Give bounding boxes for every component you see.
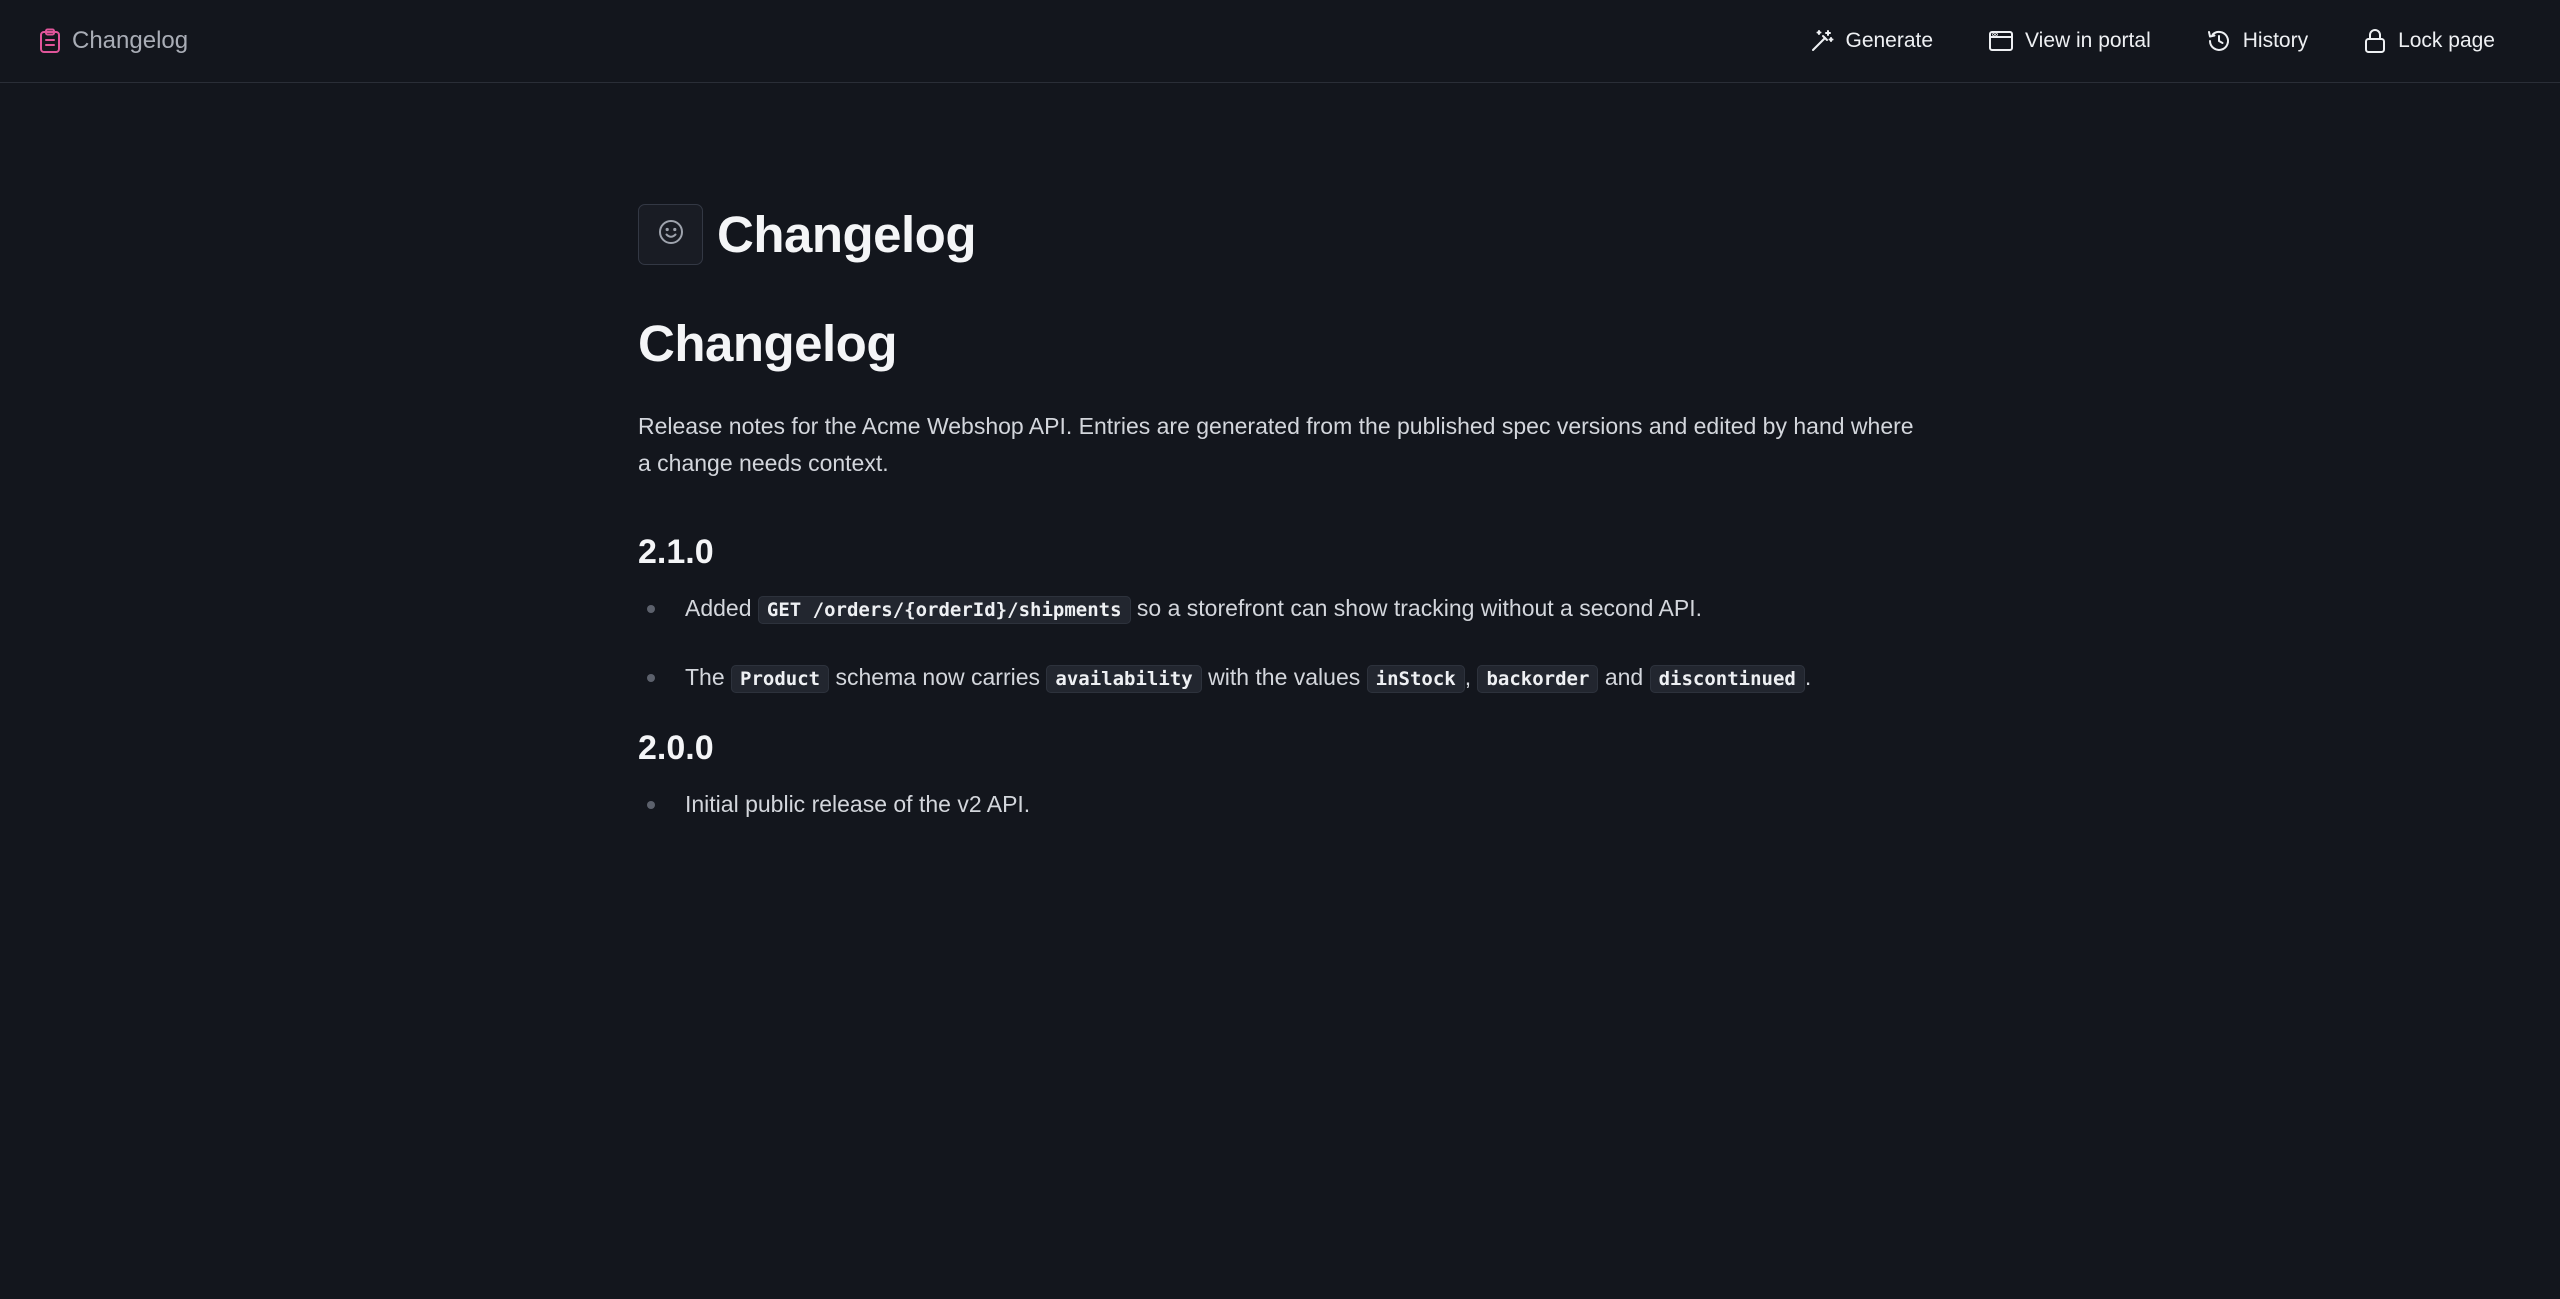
page-header: Changelog: [638, 203, 1938, 266]
code-span: Product: [731, 665, 830, 693]
note-text: Initial public release of the v2 API.: [685, 791, 1031, 817]
top-bar: Changelog Generate View in portal Histor…: [0, 0, 2560, 83]
page-title[interactable]: Changelog: [717, 205, 977, 264]
lock-page-label: Lock page: [2398, 29, 2495, 52]
release-notes-list: Added GET /orders/{orderId}/shipments so…: [638, 590, 1938, 698]
breadcrumb-label: Changelog: [72, 27, 189, 54]
view-in-portal-button[interactable]: View in portal: [1974, 21, 2165, 61]
smiley-icon: [657, 218, 685, 251]
breadcrumb[interactable]: Changelog: [39, 27, 188, 55]
lock-icon: [2363, 28, 2387, 54]
list-item: The Product schema now carries availabil…: [638, 659, 1938, 698]
history-button[interactable]: History: [2192, 20, 2322, 62]
generate-button[interactable]: Generate: [1796, 21, 1947, 61]
note-text: schema now carries: [835, 664, 1041, 690]
list-item: Added GET /orders/{orderId}/shipments so…: [638, 590, 1938, 629]
list-item: Initial public release of the v2 API.: [638, 786, 1938, 823]
code-span: backorder: [1477, 665, 1599, 693]
browser-window-icon: [1988, 29, 2014, 53]
lock-page-button[interactable]: Lock page: [2349, 20, 2509, 62]
clipboard-icon: [39, 28, 61, 54]
note-text: Added: [685, 595, 752, 621]
note-text: and: [1604, 664, 1644, 690]
release-notes-list: Initial public release of the v2 API.: [638, 786, 1938, 823]
version-heading: 2.1.0: [638, 533, 714, 571]
magic-wand-icon: [1810, 29, 1834, 53]
generate-label: Generate: [1845, 29, 1934, 52]
page-icon-button[interactable]: [638, 204, 703, 265]
code-span: GET /orders/{orderId}/shipments: [757, 596, 1131, 624]
doc-heading: Changelog: [638, 315, 898, 372]
history-label: History: [2242, 29, 2309, 52]
note-text: so a storefront can show tracking withou…: [1136, 595, 1702, 621]
view-in-portal-label: View in portal: [2025, 29, 2151, 52]
page-content: Changelog Changelog Release notes for th…: [638, 203, 1938, 853]
intro-paragraph: Release notes for the Acme Webshop API. …: [638, 413, 1914, 476]
code-span: discontinued: [1649, 665, 1805, 693]
version-heading: 2.0.0: [638, 729, 714, 767]
note-text: ,: [1464, 664, 1472, 690]
note-text: The: [685, 664, 725, 690]
code-span: inStock: [1366, 665, 1465, 693]
history-icon: [2206, 28, 2232, 54]
note-text: with the values: [1208, 664, 1361, 690]
note-text: .: [1804, 664, 1812, 690]
code-span: availability: [1046, 665, 1202, 693]
page-actions: Generate View in portal History Lock pag…: [1769, 20, 2509, 62]
